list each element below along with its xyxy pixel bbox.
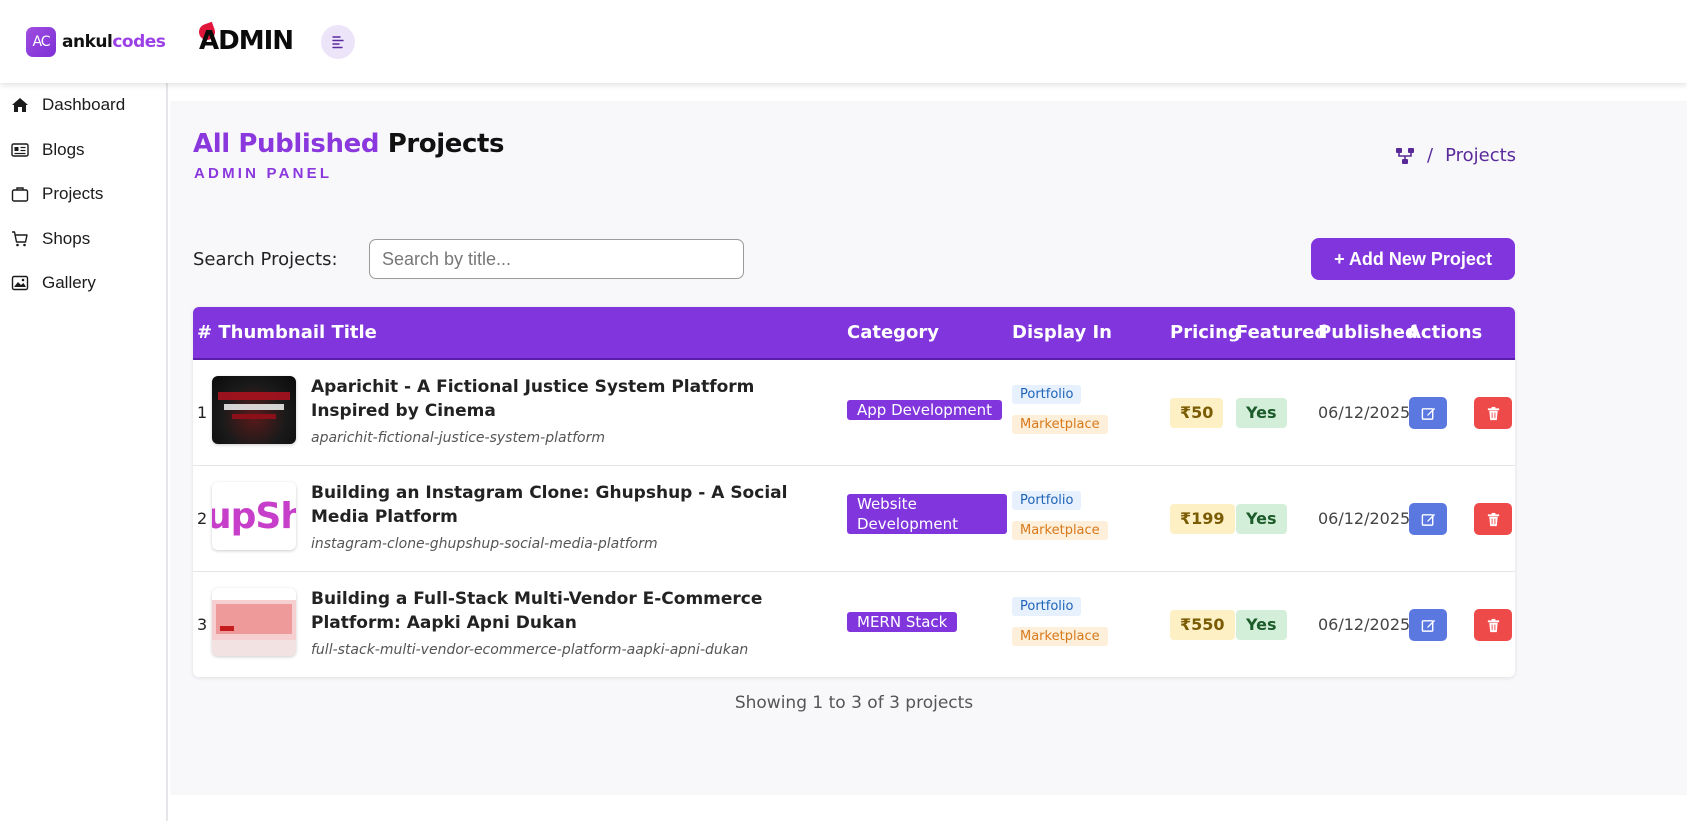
category-badge: MERN Stack (847, 612, 958, 632)
project-thumbnail (212, 588, 296, 656)
sidebar-item-label: Dashboard (42, 95, 126, 115)
brand-name-part1: ankul (62, 32, 113, 52)
display-badge-portfolio: Portfolio (1012, 385, 1082, 404)
trash-icon (1487, 618, 1499, 632)
category-badge: App Development (847, 400, 1003, 420)
featured-badge: Yes (1236, 504, 1287, 534)
thumbnail-text: upShu (212, 496, 296, 537)
sidebar-item-label: Blogs (42, 139, 85, 159)
add-project-button[interactable]: + Add New Project (1311, 238, 1515, 280)
search-input[interactable] (369, 239, 744, 279)
header-actions: Actions (1407, 322, 1483, 343)
edit-icon (1421, 619, 1435, 632)
sidebar-item-blogs[interactable]: Blogs (0, 128, 166, 173)
breadcrumb-current[interactable]: Projects (1445, 145, 1516, 166)
sidebar-item-shops[interactable]: Shops (0, 217, 166, 262)
image-icon (11, 276, 29, 291)
project-title: Building an Instagram Clone: Ghupshup - … (311, 483, 788, 527)
top-header: AC ankulcodes ADMIN (0, 0, 1687, 83)
brand-name: ankulcodes (62, 32, 166, 52)
published-date: 06/12/2025 (1318, 403, 1411, 422)
project-thumbnail: upShu (212, 482, 296, 550)
price-badge: ₹550 (1170, 610, 1235, 640)
briefcase-icon (11, 187, 29, 202)
edit-button[interactable] (1409, 503, 1447, 535)
delete-button[interactable] (1474, 609, 1512, 641)
header-featured: Featured (1236, 322, 1328, 343)
sidebar-item-gallery[interactable]: Gallery (0, 261, 166, 306)
sitemap-icon[interactable] (1395, 146, 1415, 166)
brand-logo[interactable]: AC ankulcodes (26, 27, 166, 57)
page-title: All Published Projects (193, 129, 504, 159)
sidebar-item-label: Gallery (42, 273, 96, 293)
header-index-thumb-title: # Thumbnail Title (197, 322, 377, 343)
cart-icon (12, 231, 28, 247)
row-index: 1 (197, 403, 208, 422)
delete-button[interactable] (1474, 503, 1512, 535)
project-title: Building a Full-Stack Multi-Vendor E-Com… (311, 589, 763, 633)
menu-toggle-button[interactable] (321, 25, 355, 59)
display-badge-marketplace: Marketplace (1012, 521, 1108, 540)
display-badge-portfolio: Portfolio (1012, 597, 1082, 616)
display-badge-portfolio: Portfolio (1012, 491, 1082, 510)
page-title-accent: All Published (193, 129, 380, 159)
page-title-rest: Projects (387, 129, 505, 159)
table-row: 2 upShu Building an Instagram Clone: Ghu… (193, 466, 1515, 572)
category-badge: Website Development (847, 494, 1007, 534)
project-thumbnail (212, 376, 296, 444)
published-date: 06/12/2025 (1318, 509, 1411, 528)
sidebar: Dashboard Blogs Projects Shops Gallery (0, 83, 168, 821)
delete-button[interactable] (1474, 397, 1512, 429)
edit-icon (1421, 407, 1435, 420)
table-row: 1 Aparichit - A Fictional Justice System… (193, 360, 1515, 466)
featured-badge: Yes (1236, 398, 1287, 428)
featured-badge: Yes (1236, 610, 1287, 640)
trash-icon (1487, 512, 1499, 526)
table-row: 3 Building a Full-Stack Multi-Vendor E-C… (193, 572, 1515, 677)
edit-button[interactable] (1409, 397, 1447, 429)
brand-badge: AC (26, 27, 56, 57)
menu-lines-icon (332, 36, 344, 49)
published-date: 06/12/2025 (1318, 615, 1411, 634)
projects-table: # Thumbnail Title Category Display In Pr… (193, 307, 1515, 677)
sidebar-item-label: Shops (42, 228, 91, 248)
sidebar-item-dashboard[interactable]: Dashboard (0, 83, 166, 128)
price-badge: ₹199 (1170, 504, 1235, 534)
project-title: Aparichit - A Fictional Justice System P… (311, 377, 755, 421)
row-index: 3 (197, 615, 208, 634)
trash-icon (1487, 406, 1499, 420)
brand-name-part2: codes (112, 32, 166, 52)
search-label: Search Projects: (193, 249, 338, 270)
header-published: Published (1318, 322, 1418, 343)
sidebar-item-label: Projects (42, 184, 104, 204)
breadcrumb: / Projects (1395, 145, 1516, 166)
edit-button[interactable] (1409, 609, 1447, 641)
pagination-summary: Showing 1 to 3 of 3 projects (734, 693, 974, 713)
display-badge-marketplace: Marketplace (1012, 415, 1108, 434)
newspaper-icon (11, 143, 29, 157)
admin-logo-word: ADMIN (199, 26, 294, 56)
main-content: All Published Projects ADMIN PANEL / Pro… (170, 101, 1687, 795)
price-badge: ₹50 (1170, 398, 1224, 428)
project-slug: instagram-clone-ghupshup-social-media-pl… (311, 536, 658, 552)
breadcrumb-separator: / (1427, 145, 1434, 166)
header-pricing: Pricing (1170, 322, 1241, 343)
header-display-in: Display In (1012, 322, 1112, 343)
table-header: # Thumbnail Title Category Display In Pr… (193, 307, 1515, 360)
home-icon (12, 98, 28, 113)
project-slug: aparichit-fictional-justice-system-platf… (311, 430, 605, 446)
sidebar-item-projects[interactable]: Projects (0, 172, 166, 217)
edit-icon (1421, 513, 1435, 526)
display-badge-marketplace: Marketplace (1012, 627, 1108, 646)
admin-logo: ADMIN (196, 21, 294, 56)
header-category: Category (847, 322, 940, 343)
project-slug: full-stack-multi-vendor-ecommerce-platfo… (311, 642, 749, 658)
page-subtitle: ADMIN PANEL (194, 165, 333, 182)
row-index: 2 (197, 509, 208, 528)
